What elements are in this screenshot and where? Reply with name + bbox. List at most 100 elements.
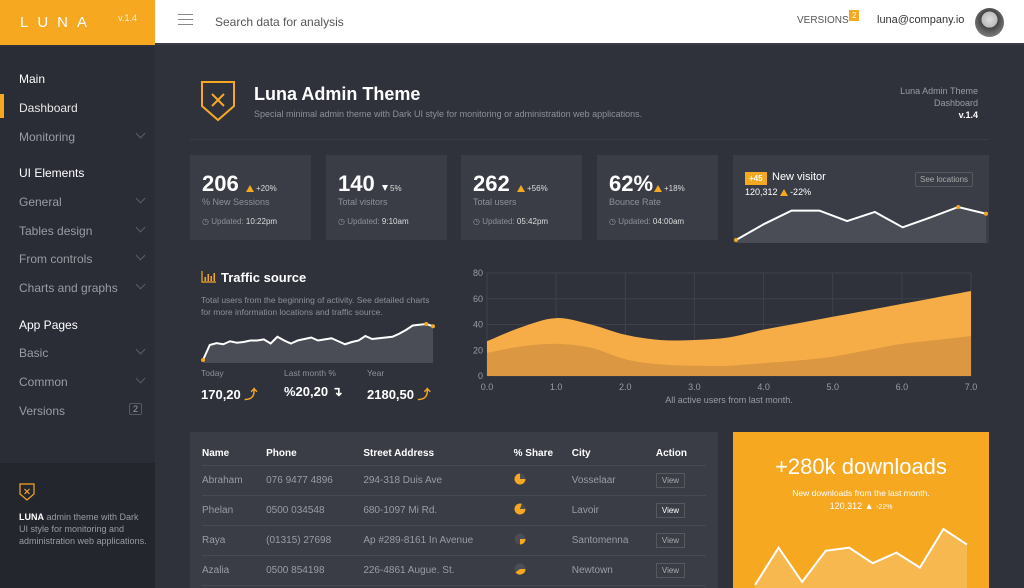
sidebar-item-label: Basic xyxy=(19,346,49,360)
hamburger-menu-icon[interactable] xyxy=(178,14,193,26)
chevron-down-icon xyxy=(135,373,146,384)
downloads-title: +280k downloads xyxy=(775,454,947,479)
x-tick-label: 5.0 xyxy=(826,382,839,392)
sidebar-item-label: General xyxy=(19,195,62,209)
sidebar-item-label: Charts and graphs xyxy=(19,281,118,295)
table-header: City xyxy=(571,442,656,466)
chevron-down-icon xyxy=(135,222,146,233)
sidebar-item-tables-design[interactable]: Tables design xyxy=(19,222,146,238)
new-visitor-card: +45 New visitor 120,312 -22% See locatio… xyxy=(733,155,989,243)
view-button[interactable]: View xyxy=(655,532,686,548)
cell-name: Abraham xyxy=(202,465,267,496)
pie-share-icon xyxy=(514,473,526,484)
versions-link[interactable]: VERSIONS 2 xyxy=(797,10,860,26)
cell-name: Phelan xyxy=(202,495,267,526)
new-visitor-badge: +45 xyxy=(745,172,767,185)
versions-count-badge: 2 xyxy=(128,403,142,415)
sparkline-point xyxy=(431,324,435,329)
stat-updated: ◷ Updated: 9:10am xyxy=(338,217,409,226)
downloads-subtitle: New downloads from the last month. xyxy=(792,488,930,498)
stat-value: 262 xyxy=(473,171,510,196)
sidebar-section-app-pages: App Pages xyxy=(19,318,78,332)
view-button[interactable]: View xyxy=(655,502,686,518)
view-button[interactable]: View xyxy=(655,472,686,488)
cell-phone: 076 9477 4896 xyxy=(266,465,364,496)
breadcrumb-app[interactable]: Luna Admin Theme xyxy=(900,85,978,97)
see-locations-button[interactable]: See locations xyxy=(915,172,974,187)
cell-city: Lavoir xyxy=(571,495,656,526)
stat-card-visitors: 140 5% Total visitors ◷ Updated: 9:10am xyxy=(326,155,447,240)
sidebar-item-charts[interactable]: Charts and graphs xyxy=(19,279,146,295)
stat-value: 62% xyxy=(609,171,654,196)
brand-logo: LUNA xyxy=(20,14,97,31)
table-row: Raya (01315) 27698 Ap #289-8161 In Avenue S… xyxy=(202,525,706,556)
cell-share xyxy=(513,525,572,556)
clock-icon: ◷ xyxy=(473,217,480,226)
sidebar-item-monitoring[interactable]: Monitoring xyxy=(19,128,146,144)
user-email[interactable]: luna@company.io xyxy=(877,14,964,26)
stat-label: Total visitors xyxy=(338,197,388,207)
stat-change: +56% xyxy=(517,184,548,193)
contacts-table-card: Name Phone Street Address% Share City Action… xyxy=(190,432,718,588)
avatar[interactable] xyxy=(975,8,1004,37)
chevron-down-icon xyxy=(135,250,146,261)
sidebar-section-main: Main xyxy=(19,72,46,86)
table-header: % Share xyxy=(513,442,572,466)
sidebar-item-common[interactable]: Common xyxy=(19,373,146,389)
sidebar-item-versions[interactable]: Versions 2 xyxy=(19,403,144,418)
traffic-stat-value: 170,20 ⤴ xyxy=(201,387,258,402)
sidebar-item-label: Versions xyxy=(19,404,66,418)
brand[interactable]: LUNA v.1.4 xyxy=(0,0,155,45)
chevron-down-icon xyxy=(135,193,146,204)
sidebar-item-basic[interactable]: Basic xyxy=(19,344,146,360)
new-visitor-count: 120,312 -22% xyxy=(745,187,812,197)
pie-share-icon xyxy=(514,503,526,514)
sidebar-item-general[interactable]: General xyxy=(19,193,146,209)
cell-phone: 0500 034548 xyxy=(266,495,364,526)
trend-up-icon: ⤴ xyxy=(244,387,258,402)
footer-brand: LUNA xyxy=(19,512,44,522)
stat-value: 140 xyxy=(338,171,375,196)
clock-icon: ◷ xyxy=(202,217,209,226)
view-button[interactable]: View xyxy=(655,562,686,578)
breadcrumb-page[interactable]: Dashboard xyxy=(900,97,978,109)
traffic-stat-label: Today xyxy=(201,368,224,378)
cell-address: 294-318 Duis Ave xyxy=(363,465,514,496)
x-tick-label: 2.0 xyxy=(619,382,632,392)
clock-icon: ◷ xyxy=(338,217,345,226)
version-label: v.1.4 xyxy=(958,110,978,120)
table-header: Action xyxy=(655,442,706,466)
table-row: Phelan 0500 034548 680-1097 Mi Rd. Lavoir Vi… xyxy=(202,495,706,526)
arrow-up-icon xyxy=(246,185,254,192)
pie-share-icon xyxy=(514,533,526,544)
sidebar-item-label: Common xyxy=(19,375,68,389)
sidebar-item-form-controls[interactable]: From controls xyxy=(19,250,146,266)
traffic-source-description: Total users from the beginning of activi… xyxy=(201,295,430,317)
traffic-stat-last-month: Last month % %20,20 ↴ xyxy=(284,368,343,400)
downloads-sparkline xyxy=(754,527,968,588)
sidebar-item-label: Dashboard xyxy=(19,101,78,115)
sidebar-item-dashboard[interactable]: Dashboard xyxy=(19,101,144,115)
table-row: Azalia 0500 854198 226-4861 Augue. St. Newt… xyxy=(202,555,706,586)
arrow-up-icon: ▲ xyxy=(864,501,874,511)
cell-share xyxy=(513,555,572,586)
search-input[interactable] xyxy=(215,12,615,32)
page-subtitle: Special minimal admin theme with Dark UI… xyxy=(254,109,643,119)
sidebar-item-label: Tables design xyxy=(19,224,93,238)
cell-city: Santomenna xyxy=(571,525,656,556)
page-title: Luna Admin Theme xyxy=(254,84,421,104)
sparkline-point xyxy=(734,238,738,242)
cell-phone: (01315) 27698 xyxy=(266,525,364,556)
versions-badge: 2 xyxy=(849,10,860,21)
stat-card-bounce: 62% +18% Bounce Rate ◷ Updated: 04:00am xyxy=(597,155,718,240)
arrow-up-icon xyxy=(654,185,662,192)
sidebar-item-label: Monitoring xyxy=(19,130,76,144)
x-tick-label: 7.0 xyxy=(965,382,978,392)
stat-change: +20% xyxy=(246,184,277,193)
table-row: Abraham 076 9477 4896 294-318 Duis Ave Voss… xyxy=(202,465,706,496)
downloads-count: 120,312 ▲ -22% xyxy=(829,501,893,511)
trend-up-icon: ⤴ xyxy=(417,387,431,402)
x-tick-label: 1.0 xyxy=(550,382,563,392)
table-header: Street Address xyxy=(363,442,514,466)
clock-icon: ◷ xyxy=(609,217,616,226)
